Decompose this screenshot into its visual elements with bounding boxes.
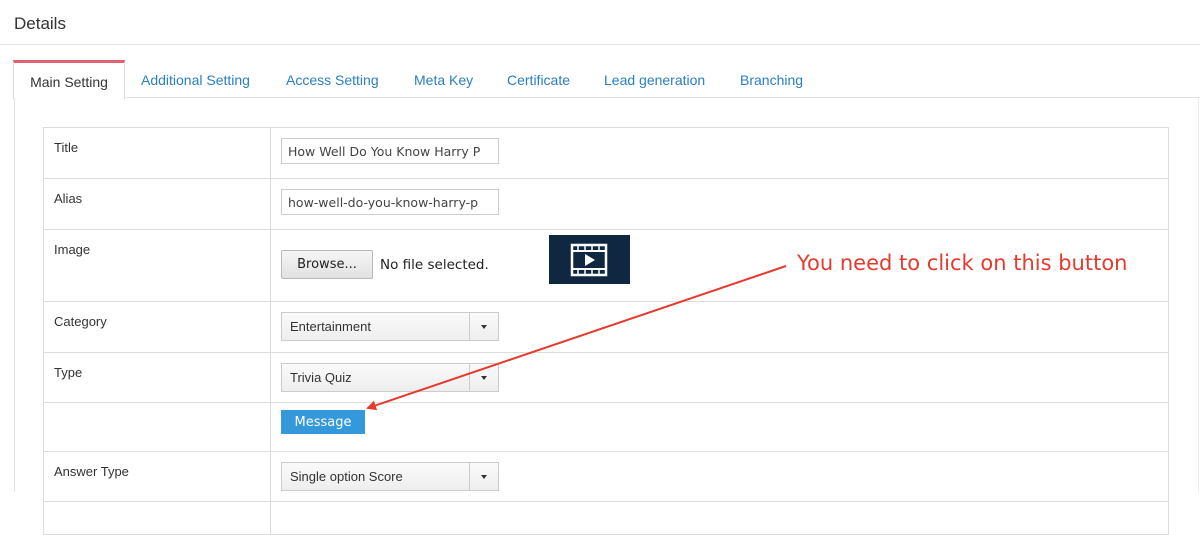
panel-border-left	[14, 98, 15, 492]
chevron-down-icon	[481, 325, 487, 329]
annotation-text: You need to click on this button	[797, 251, 1128, 275]
answer-type-label: Answer Type	[43, 451, 271, 502]
tabs-divider	[124, 97, 1200, 98]
tab-branching[interactable]: Branching	[740, 60, 803, 98]
form-row-answer-type: Answer Type Single option Score	[43, 451, 1169, 502]
main-settings-form: Title Alias Image Browse... No file sele…	[43, 127, 1169, 535]
file-status: No file selected.	[380, 256, 489, 273]
video-icon	[571, 243, 608, 276]
answer-type-select[interactable]: Single option Score	[281, 462, 499, 491]
form-row-category: Category Entertainment	[43, 301, 1169, 353]
type-value: Trivia Quiz	[290, 370, 352, 385]
tab-access-setting[interactable]: Access Setting	[286, 60, 379, 98]
tab-main-setting[interactable]: Main Setting	[13, 60, 125, 99]
chevron-down-icon	[481, 475, 487, 479]
form-row-alias: Alias	[43, 178, 1169, 230]
category-label: Category	[43, 301, 271, 353]
message-button[interactable]: Message	[281, 410, 365, 434]
tab-additional-setting[interactable]: Additional Setting	[141, 60, 250, 98]
form-row-partial	[43, 501, 1169, 535]
alias-input[interactable]	[281, 189, 499, 215]
tab-lead-generation[interactable]: Lead generation	[604, 60, 705, 98]
type-label: Type	[43, 352, 271, 403]
category-value: Entertainment	[290, 319, 371, 334]
tab-certificate[interactable]: Certificate	[507, 60, 570, 98]
chevron-down-icon	[481, 376, 487, 380]
category-select[interactable]: Entertainment	[281, 312, 499, 341]
image-thumbnail	[548, 235, 630, 284]
title-divider	[0, 44, 1200, 45]
alias-label: Alias	[43, 178, 271, 230]
form-row-type: Type Trivia Quiz	[43, 352, 1169, 403]
tab-bar: Main Setting Additional Setting Access S…	[13, 60, 1200, 99]
title-input[interactable]	[281, 138, 499, 164]
title-label: Title	[43, 127, 271, 179]
type-select[interactable]: Trivia Quiz	[281, 363, 499, 392]
answer-type-value: Single option Score	[290, 469, 403, 484]
image-label: Image	[43, 229, 271, 302]
page-title: Details	[14, 14, 66, 33]
browse-button[interactable]: Browse...	[281, 250, 373, 279]
form-row-title: Title	[43, 127, 1169, 179]
tab-meta-key[interactable]: Meta Key	[414, 60, 473, 98]
panel-border-right	[1198, 98, 1199, 492]
form-row-message: Message	[43, 402, 1169, 452]
